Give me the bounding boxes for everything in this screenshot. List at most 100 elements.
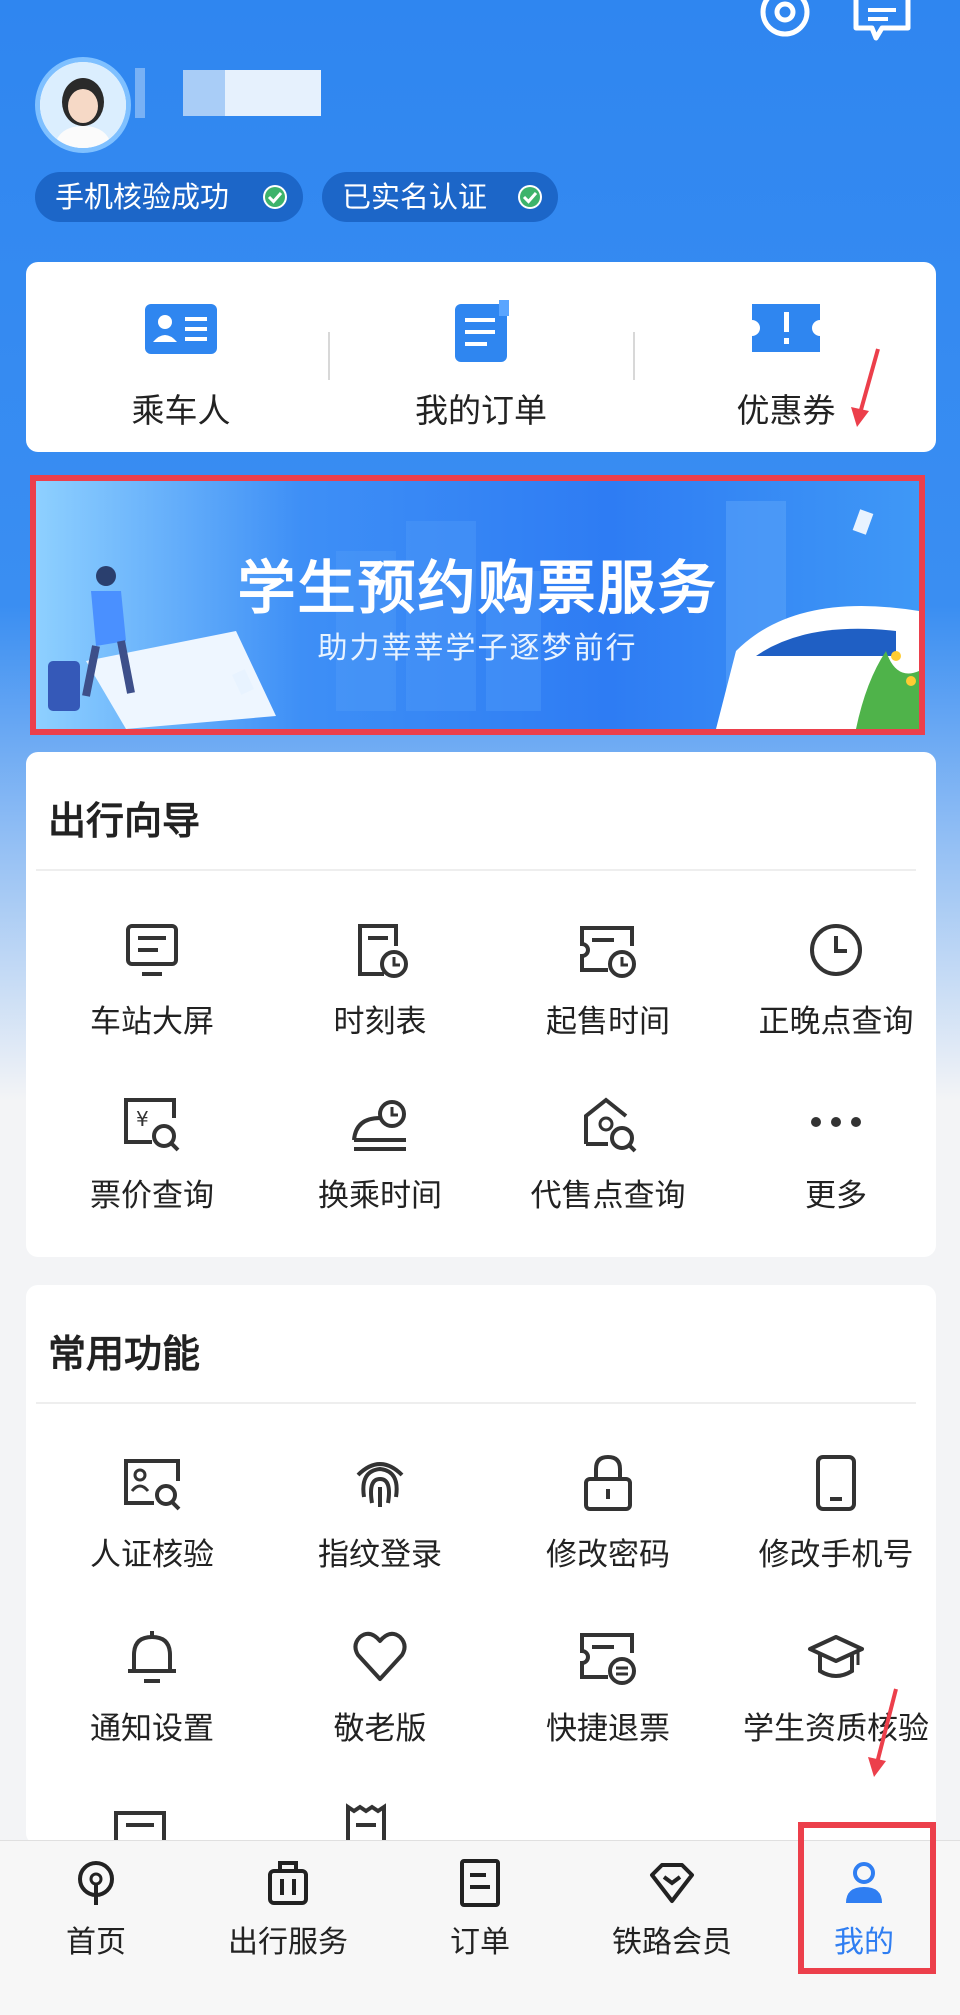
tab-mine-highlight — [798, 1822, 936, 1974]
id-verify-icon — [124, 1459, 181, 1511]
message-icon[interactable] — [852, 0, 912, 46]
clock-icon — [810, 924, 862, 976]
coupon-label: 优惠券 — [736, 391, 836, 430]
settings-gear-icon[interactable] — [755, 0, 815, 46]
lock-icon — [584, 1454, 632, 1511]
tab-orders-label: 订单 — [450, 1925, 510, 1960]
change-password-button[interactable]: 修改密码 — [494, 1453, 722, 1593]
divider — [36, 1402, 916, 1404]
divider — [633, 332, 635, 380]
annotation-arrow-icon — [868, 1688, 898, 1777]
more-label: 更多 — [805, 1178, 867, 1214]
phone-verified-label: 手机核验成功 — [55, 180, 230, 214]
order-list-icon — [460, 1859, 500, 1907]
travel-guide-card: 出行向导 车站大屏 时刻表 起售时间 正晚点查询 ¥ 票价查询 换乘时间 代售点… — [26, 752, 936, 1257]
station-screen-label: 车站大屏 — [90, 1004, 214, 1040]
username-blurred — [135, 68, 145, 118]
realname-verified-label: 已实名认证 — [342, 180, 488, 214]
more-dots-icon — [811, 1117, 861, 1127]
delay-query-button[interactable]: 正晚点查询 — [722, 920, 950, 1060]
passenger-label: 乘车人 — [131, 391, 231, 430]
agency-search-icon — [584, 1097, 637, 1153]
id-verify-label: 人证核验 — [90, 1537, 214, 1573]
divider — [36, 869, 916, 871]
my-orders-button[interactable]: 我的订单 — [331, 262, 631, 452]
timetable-label: 时刻表 — [333, 1004, 427, 1040]
sale-time-button[interactable]: 起售时间 — [494, 920, 722, 1060]
coupon-icon — [752, 304, 820, 352]
change-phone-button[interactable]: 修改手机号 — [722, 1453, 950, 1593]
delay-query-label: 正晚点查询 — [758, 1004, 914, 1040]
refund-ticket-icon — [580, 1633, 636, 1685]
change-phone-label: 修改手机号 — [758, 1537, 914, 1573]
more-button[interactable]: 更多 — [722, 1094, 950, 1234]
phone-icon — [816, 1455, 856, 1511]
student-verify-button[interactable]: 学生资质核验 — [722, 1627, 950, 1767]
phone-verified-badge: 手机核验成功 — [35, 172, 303, 222]
tab-railway-member-label: 铁路会员 — [612, 1925, 732, 1960]
realname-verified-badge: 已实名认证 — [322, 172, 558, 222]
banner-subtitle: 助力莘莘学子逐梦前行 — [317, 631, 638, 666]
order-document-icon — [455, 300, 509, 362]
quick-access-card: 乘车人 我的订单 优惠券 — [26, 262, 936, 452]
common-functions-title: 常用功能 — [48, 1332, 201, 1376]
quick-refund-label: 快捷退票 — [546, 1711, 670, 1747]
username-blurred — [183, 70, 225, 116]
fare-search-icon: ¥ — [124, 1098, 180, 1152]
divider — [328, 332, 330, 380]
notification-settings-label: 通知设置 — [90, 1711, 214, 1747]
diamond-icon — [650, 1863, 694, 1903]
notification-settings-button[interactable]: 通知设置 — [38, 1627, 266, 1767]
tab-orders[interactable]: 订单 — [384, 1841, 576, 2015]
timetable-button[interactable]: 时刻表 — [266, 920, 494, 1060]
transfer-time-icon — [352, 1100, 406, 1151]
check-circle-icon — [518, 185, 542, 209]
heart-icon — [353, 1631, 407, 1681]
annotation-arrow-icon — [851, 348, 880, 427]
common-functions-card: 常用功能 人证核验 指纹登录 修改密码 修改手机号 通知设置 敬老版 快捷退票 … — [26, 1285, 936, 1845]
id-verify-button[interactable]: 人证核验 — [38, 1453, 266, 1593]
avatar-portrait-icon — [40, 62, 126, 148]
my-orders-label: 我的订单 — [415, 391, 547, 430]
username-blurred — [225, 70, 321, 116]
svg-text:¥: ¥ — [136, 1107, 149, 1131]
fingerprint-login-button[interactable]: 指纹登录 — [266, 1453, 494, 1593]
avatar[interactable] — [35, 57, 131, 153]
coupon-button[interactable]: 优惠券 — [636, 262, 936, 452]
agency-query-button[interactable]: 代售点查询 — [494, 1094, 722, 1234]
fare-query-label: 票价查询 — [90, 1178, 214, 1214]
tab-railway-member[interactable]: 铁路会员 — [576, 1841, 768, 2015]
transfer-time-button[interactable]: 换乘时间 — [266, 1094, 494, 1234]
station-screen-button[interactable]: 车站大屏 — [38, 920, 266, 1060]
sale-time-icon — [580, 926, 636, 978]
invoice-icon — [114, 1811, 166, 1845]
agency-query-label: 代售点查询 — [530, 1178, 686, 1214]
tab-home[interactable]: 首页 — [0, 1841, 192, 2015]
elderly-mode-label: 敬老版 — [333, 1711, 427, 1747]
elderly-mode-button[interactable]: 敬老版 — [266, 1627, 494, 1767]
quick-refund-button[interactable]: 快捷退票 — [494, 1627, 722, 1767]
fare-query-button[interactable]: ¥ 票价查询 — [38, 1094, 266, 1234]
receipt-icon — [346, 1803, 386, 1845]
passenger-button[interactable]: 乘车人 — [31, 262, 331, 452]
bell-icon — [128, 1631, 176, 1683]
student-ticket-banner[interactable]: 学生预约购票服务 助力莘莘学子逐梦前行 — [30, 475, 925, 735]
change-password-label: 修改密码 — [546, 1537, 670, 1573]
check-circle-icon — [263, 185, 287, 209]
fingerprint-icon — [356, 1462, 404, 1507]
sale-time-label: 起售时间 — [546, 1004, 670, 1040]
tab-travel-service-label: 出行服务 — [228, 1925, 348, 1960]
tab-travel-service[interactable]: 出行服务 — [192, 1841, 384, 2015]
travel-guide-title: 出行向导 — [48, 799, 201, 843]
home-train-icon — [78, 1861, 114, 1905]
graduation-cap-icon — [808, 1635, 864, 1678]
passenger-card-icon — [145, 304, 217, 354]
tab-home-label: 首页 — [66, 1925, 126, 1960]
fingerprint-login-label: 指纹登录 — [318, 1537, 442, 1573]
banner-title: 学生预约购票服务 — [237, 554, 718, 622]
transfer-time-label: 换乘时间 — [318, 1178, 442, 1214]
student-verify-label: 学生资质核验 — [743, 1711, 929, 1747]
station-screen-icon — [126, 924, 178, 976]
luggage-icon — [268, 1861, 308, 1905]
timetable-icon — [358, 924, 408, 978]
